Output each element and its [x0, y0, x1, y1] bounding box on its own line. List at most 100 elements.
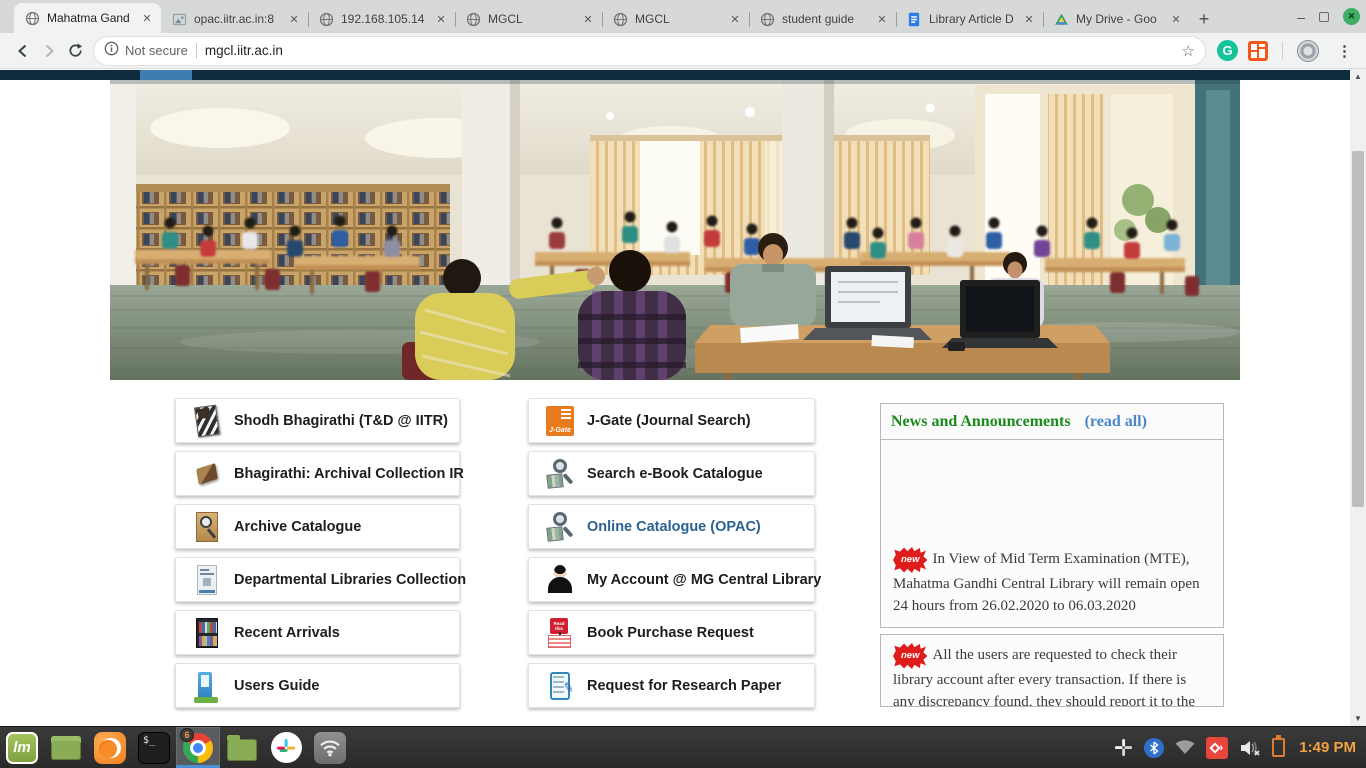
new-badge: new: [893, 643, 927, 669]
chrome-window-button[interactable]: 6: [176, 727, 220, 768]
battery-icon[interactable]: [1272, 738, 1285, 757]
link-users-guide[interactable]: Users Guide: [175, 663, 460, 708]
page-scrollbar[interactable]: ▲ ▼: [1350, 69, 1366, 726]
folder-icon: [227, 739, 257, 761]
tab-opac[interactable]: opac.iitr.ac.in:8 ✕: [161, 5, 308, 33]
grammarly-extension-icon[interactable]: G: [1217, 40, 1238, 61]
link-research-paper[interactable]: Request for Research Paper: [528, 663, 815, 708]
site-nav-active-item[interactable]: [140, 70, 192, 80]
web-page: Shodh Bhagirathi (T&D @ IITR) Bhagirathi…: [0, 69, 1366, 726]
tab-title: My Drive - Goo: [1076, 12, 1168, 26]
new-tab-button[interactable]: +: [1190, 5, 1218, 33]
library-hero-photo: [110, 80, 1240, 380]
thesis-book-icon: [192, 404, 222, 438]
bookmark-star-icon[interactable]: ☆: [1182, 42, 1195, 60]
bluetooth-icon[interactable]: [1144, 738, 1164, 758]
network-tool-launcher[interactable]: [308, 727, 352, 768]
link-recent-arrivals[interactable]: Recent Arrivals: [175, 610, 460, 655]
desktop-icon: [51, 736, 81, 760]
scroll-down-icon[interactable]: ▼: [1350, 714, 1366, 723]
tab-close-icon[interactable]: ✕: [286, 11, 302, 27]
tab-close-icon[interactable]: ✕: [874, 11, 890, 27]
tab-close-icon[interactable]: ✕: [433, 11, 449, 27]
close-window-button[interactable]: ✕: [1343, 8, 1360, 25]
minimize-button[interactable]: –: [1297, 12, 1305, 22]
link-archive-catalogue[interactable]: Archive Catalogue: [175, 504, 460, 549]
news-item-box: newAll the users are requested to check …: [880, 634, 1224, 707]
scrollbar-thumb[interactable]: [1352, 151, 1364, 507]
wifi-tray-icon[interactable]: [1175, 740, 1195, 755]
globe-icon: [612, 11, 628, 27]
tab-title: MGCL: [488, 12, 580, 26]
profile-avatar[interactable]: [1297, 40, 1319, 62]
anydesk-icon[interactable]: ›: [1206, 737, 1228, 759]
link-label: Recent Arrivals: [234, 625, 340, 641]
tab-close-icon[interactable]: ✕: [139, 10, 155, 26]
link-label: Bhagirathi: Archival Collection IR: [234, 466, 464, 482]
files-launcher[interactable]: [220, 727, 264, 768]
google-docs-icon: [906, 11, 922, 27]
read-all-link[interactable]: (read all): [1085, 413, 1147, 431]
tab-mgcl-1[interactable]: MGCL ✕: [455, 5, 602, 33]
orange-extension-icon[interactable]: [1248, 41, 1268, 61]
kiosk-icon: [192, 563, 222, 597]
globe-icon: [318, 11, 334, 27]
link-shodh-bhagirathi[interactable]: Shodh Bhagirathi (T&D @ IITR): [175, 398, 460, 443]
news-marquee: newIn View of Mid Term Examination (MTE)…: [880, 440, 1224, 628]
volume-muted-icon[interactable]: [1239, 739, 1261, 757]
mint-menu-button[interactable]: lm: [0, 727, 44, 768]
browser-tabstrip: Mahatma Gand ✕ opac.iitr.ac.in:8 ✕ 192.1…: [0, 0, 1366, 33]
browser-menu-icon[interactable]: ⋮: [1337, 42, 1352, 60]
news-item-text: All the users are requested to check the…: [893, 647, 1195, 707]
news-title: News and Announcements: [891, 413, 1071, 431]
link-my-account[interactable]: My Account @ MG Central Library: [528, 557, 815, 602]
tab-ip-address[interactable]: 192.168.105.14 ✕: [308, 5, 455, 33]
show-desktop-button[interactable]: [44, 727, 88, 768]
tab-mahatma-gandhi[interactable]: Mahatma Gand ✕: [14, 3, 161, 33]
mint-logo-icon: lm: [6, 732, 38, 764]
forward-button[interactable]: [36, 38, 62, 64]
globe-icon: [24, 10, 40, 26]
image-favicon-icon: [171, 11, 187, 27]
slack-tray-icon[interactable]: [1114, 738, 1133, 757]
link-book-purchase[interactable]: Read this Book Purchase Request: [528, 610, 815, 655]
link-opac[interactable]: Online Catalogue (OPAC): [528, 504, 815, 549]
address-bar[interactable]: Not secure mgcl.iitr.ac.in ☆: [94, 37, 1205, 65]
taskbar-launchers: lm $_ 6: [0, 727, 352, 768]
tab-title: student guide: [782, 12, 874, 26]
tab-close-icon[interactable]: ✕: [1168, 11, 1184, 27]
google-drive-icon: [1053, 11, 1069, 27]
link-bhagirathi-archival[interactable]: Bhagirathi: Archival Collection IR: [175, 451, 460, 496]
red-book-icon: Read this: [545, 616, 575, 650]
bookshelf-icon: [192, 616, 222, 650]
url-text: mgcl.iitr.ac.in: [205, 43, 1182, 58]
terminal-icon: $_: [138, 732, 170, 764]
tab-my-drive[interactable]: My Drive - Goo ✕: [1043, 5, 1190, 33]
back-button[interactable]: [10, 38, 36, 64]
news-item-text: In View of Mid Term Examination (MTE), M…: [893, 551, 1200, 614]
link-jgate[interactable]: J-Gate J-Gate (Journal Search): [528, 398, 815, 443]
firefox-launcher[interactable]: [88, 727, 132, 768]
taskbar-clock[interactable]: 1:49 PM: [1299, 739, 1356, 756]
tab-library-article[interactable]: Library Article D ✕: [896, 5, 1043, 33]
security-label: Not secure: [125, 43, 188, 58]
link-ebook-catalogue[interactable]: Search e-Book Catalogue: [528, 451, 815, 496]
tab-close-icon[interactable]: ✕: [580, 11, 596, 27]
tab-close-icon[interactable]: ✕: [727, 11, 743, 27]
tab-close-icon[interactable]: ✕: [1021, 11, 1037, 27]
info-icon[interactable]: [104, 41, 119, 61]
tab-mgcl-2[interactable]: MGCL ✕: [602, 5, 749, 33]
link-label: Search e-Book Catalogue: [587, 466, 763, 482]
news-item: newIn View of Mid Term Examination (MTE)…: [881, 539, 1223, 627]
link-label: My Account @ MG Central Library: [587, 572, 821, 588]
link-label: Archive Catalogue: [234, 519, 361, 535]
slack-launcher[interactable]: [264, 727, 308, 768]
terminal-launcher[interactable]: $_: [132, 727, 176, 768]
tab-student-guide[interactable]: student guide ✕: [749, 5, 896, 33]
new-badge: new: [893, 547, 927, 573]
reload-button[interactable]: [62, 38, 88, 64]
link-departmental-libraries[interactable]: Departmental Libraries Collection: [175, 557, 460, 602]
restore-button[interactable]: [1319, 12, 1329, 22]
scroll-up-icon[interactable]: ▲: [1350, 72, 1366, 81]
link-label: Request for Research Paper: [587, 678, 781, 694]
